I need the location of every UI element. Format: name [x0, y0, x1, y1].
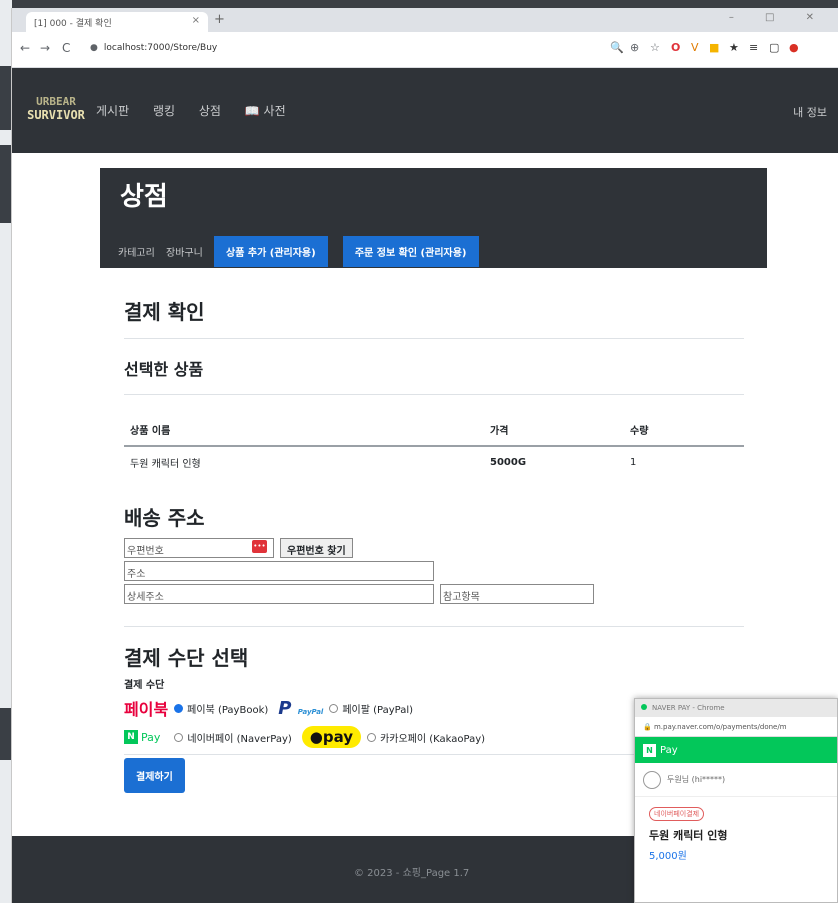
nav-link-my-info[interactable]: 내 정보 — [793, 104, 827, 120]
kakaopay-label[interactable]: 카카오페이 (KakaoPay) — [380, 730, 485, 745]
sidepanel-icon[interactable]: ▢ — [769, 41, 779, 54]
popup-url-text: m.pay.naver.com/o/payments/done/m — [653, 723, 787, 731]
divider — [124, 338, 744, 339]
nav-links: 게시판 랭킹 상점 📖 사전 — [96, 102, 306, 119]
window-controls[interactable]: – □ ✕ — [729, 12, 828, 23]
popup-titlebar: NAVER PAY - Chrome — [635, 699, 837, 717]
nav-link-board[interactable]: 게시판 — [96, 104, 129, 118]
browser-tab[interactable]: [1] 000 - 결제 확인 × — [26, 12, 208, 32]
profile-avatar-icon[interactable]: ● — [789, 41, 799, 54]
naverpay-logo-mark: N — [124, 730, 138, 744]
find-zip-button[interactable]: 우편번호 찾기 — [280, 538, 353, 558]
lock-icon: 🔒 — [643, 723, 654, 731]
extension-v-icon[interactable]: V — [691, 41, 699, 54]
paypal-logo-text: PayPal — [297, 707, 324, 716]
payment-row-1: 페이북 페이북 (PayBook) P PayPal 페이팔 (PayPal) — [124, 696, 413, 720]
paybook-label[interactable]: 페이북 (PayBook) — [187, 701, 268, 716]
naver-favicon-icon — [641, 704, 647, 710]
divider — [124, 754, 634, 755]
column-header-qty: 수량 — [624, 414, 744, 447]
nav-link-dictionary[interactable]: 📖 사전 — [245, 104, 286, 118]
url-text: localhost:7000/Store/Buy — [103, 43, 218, 53]
popup-user-row: 두원님 (hi*****) — [635, 763, 837, 797]
opera-extension-icon[interactable]: O — [671, 41, 680, 54]
reload-icon[interactable]: C — [62, 41, 70, 55]
popup-brand-text: Pay — [660, 744, 678, 756]
logo-top-text: URBEAR — [36, 95, 76, 108]
naverpay-logo: N Pay — [124, 730, 160, 744]
tab-bar: [1] 000 - 결제 확인 × + – □ ✕ — [12, 8, 838, 32]
logo-bottom-text: SURVIVOR — [27, 108, 85, 122]
shipping-heading: 배송 주소 — [124, 506, 205, 530]
add-product-button[interactable]: 상품 추가 (관리자용) — [214, 236, 328, 267]
bookmark-star-icon[interactable]: ☆ — [650, 41, 660, 54]
payment-method-heading: 결제 수단 선택 — [124, 646, 249, 670]
naverpay-logo-text: Pay — [141, 730, 161, 744]
tab-title: [1] 000 - 결제 확인 — [34, 19, 112, 29]
paypal-logo: P PayPal — [278, 698, 323, 719]
column-header-name: 상품 이름 — [124, 414, 484, 447]
status-badge: 네이버페이결제 — [649, 807, 705, 821]
popup-naverpay-header: N Pay — [635, 737, 837, 763]
divider — [124, 626, 744, 627]
zip-search-icon[interactable]: ••• — [252, 540, 267, 553]
popup-item-name: 두원 캐릭터 인형 — [649, 829, 728, 842]
naverpay-label[interactable]: 네이버페이 (NaverPay) — [187, 730, 291, 745]
nav-link-shop[interactable]: 상점 — [199, 104, 221, 118]
selected-products-heading: 선택한 상품 — [124, 360, 204, 379]
payment-method-label: 결제 수단 — [124, 680, 165, 691]
close-tab-icon[interactable]: × — [192, 15, 200, 26]
page-title: 결제 확인 — [124, 300, 205, 324]
order-info-button[interactable]: 주문 정보 확인 (관리자용) — [342, 236, 479, 267]
address-field[interactable]: 주소 — [124, 561, 434, 581]
naverpay-radio[interactable] — [174, 732, 184, 742]
tab-cart[interactable]: 장바구니 — [166, 236, 203, 259]
popup-url-bar: 🔒 m.pay.naver.com/o/payments/done/m — [635, 717, 837, 737]
paybook-radio[interactable] — [174, 703, 184, 713]
lock-icon: ● — [90, 43, 98, 53]
extension-star-icon[interactable]: ★ — [729, 41, 739, 54]
avatar — [643, 770, 661, 789]
extra-address-field[interactable]: 참고항목 — [440, 584, 594, 604]
paypal-logo-mark: P — [278, 697, 292, 719]
popup-user-name: 두원님 (hi*****) — [667, 775, 726, 784]
naverpay-icon: N — [643, 743, 656, 757]
payment-row-2: N Pay 네이버페이 (NaverPay) ●pay 카카오페이 (KakaoP… — [124, 726, 485, 748]
paybook-logo: 페이북 — [124, 700, 169, 719]
shop-tabs: 카테고리 장바구니 상품 추가 (관리자용) 주문 정보 확인 (관리자용) — [118, 236, 491, 267]
column-header-price: 가격 — [484, 414, 624, 447]
copyright-text: © 2023 - 쇼핑_Page 1.7 — [354, 868, 470, 879]
site-navbar: URBEAR SURVIVOR 게시판 랭킹 상점 📖 사전 내 정보 — [12, 68, 838, 153]
cell-product-price: 5000G — [490, 457, 527, 468]
cell-product-name: 두원 캐릭터 인형 — [130, 459, 201, 470]
new-tab-button[interactable]: + — [214, 12, 225, 27]
cell-product-qty: 1 — [630, 457, 637, 468]
product-table: 상품 이름 가격 수량 두원 캐릭터 인형 5000G 1 — [124, 414, 744, 478]
pay-button[interactable]: 결제하기 — [124, 758, 185, 793]
table-row: 두원 캐릭터 인형 5000G 1 — [124, 446, 744, 478]
table-header-row: 상품 이름 가격 수량 — [124, 414, 744, 447]
paypal-radio[interactable] — [329, 703, 339, 713]
naverpay-popup-window: NAVER PAY - Chrome 🔒 m.pay.naver.com/o/p… — [634, 698, 838, 903]
popup-item-price: 5,000원 — [649, 851, 687, 862]
reading-list-icon[interactable]: ≡ — [749, 41, 758, 54]
site-logo[interactable]: URBEAR SURVIVOR — [24, 96, 88, 126]
nav-link-ranking[interactable]: 랭킹 — [153, 104, 175, 118]
back-icon[interactable]: ← — [20, 41, 30, 55]
kakaopay-radio[interactable] — [367, 732, 377, 742]
popup-window-title: NAVER PAY - Chrome — [652, 704, 725, 712]
shop-header: 상점 카테고리 장바구니 상품 추가 (관리자용) 주문 정보 확인 (관리자용… — [100, 168, 767, 268]
extension-square-icon[interactable]: ■ — [709, 41, 719, 54]
kakaopay-logo: ●pay — [301, 726, 362, 748]
paypal-label[interactable]: 페이팔 (PayPal) — [342, 701, 413, 716]
zoom-icon[interactable]: 🔍 — [610, 41, 624, 54]
forward-icon[interactable]: → — [40, 41, 50, 55]
share-icon[interactable]: ⊕ — [630, 41, 639, 54]
divider — [124, 394, 744, 395]
tab-category[interactable]: 카테고리 — [118, 236, 155, 259]
detail-address-field[interactable]: 상세주소 — [124, 584, 434, 604]
shop-title: 상점 — [120, 182, 168, 212]
address-bar: ← → C ● localhost:7000/Store/Buy 🔍 ⊕ ☆ O … — [12, 32, 838, 68]
url-input[interactable]: ● localhost:7000/Store/Buy — [86, 38, 596, 60]
